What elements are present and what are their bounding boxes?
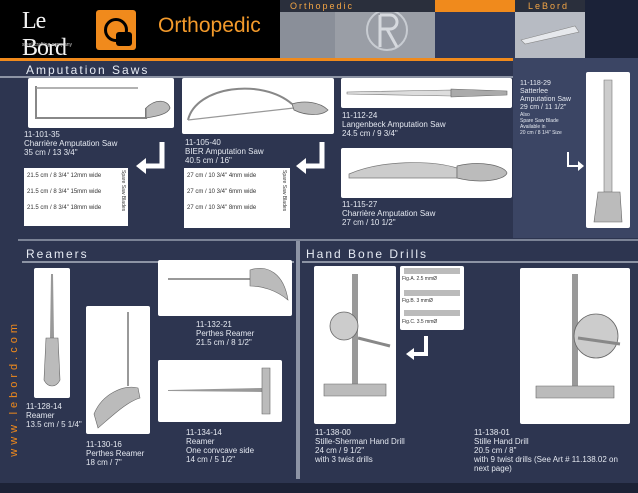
- twist-drill-figures: Fig.A. 2.5 mmØ Fig.B. 3 mmØ Fig.C. 3.5 m…: [400, 266, 464, 330]
- product-image-11-118-29: [586, 72, 630, 228]
- product-caption-11-132-21: 11-132-21 Perthes Reamer 21.5 cm / 8 1/2": [196, 320, 255, 347]
- product-caption-11-112-24: 11-112-24 Langenbeck Amputation Saw 24.5 c…: [342, 111, 446, 138]
- website-url: www.lebord.com: [8, 320, 20, 457]
- spare-blades-table-1: 21.5 cm / 8 3/4" 12mm wide 21.5 cm / 8 3…: [24, 168, 128, 226]
- brand-icon: [96, 10, 136, 50]
- tab-lebord: LeBord: [528, 1, 570, 11]
- section-title-reamers: Reamers: [26, 247, 89, 261]
- product-caption-11-138-00: 11-138-00 Stille-Sherman Hand Drill 24 cm …: [315, 428, 405, 464]
- blade-row: 27 cm / 10 3/4" 4mm wide: [187, 173, 257, 179]
- product-image-11-112-24: [341, 78, 512, 108]
- product-caption-11-134-14: 11-134-14 Reamer One convcave side 14 cm / …: [186, 428, 255, 464]
- tab-orthopedic: Orthopedic: [290, 1, 355, 11]
- product-caption-11-115-27: 11-115-27 Charrière Amputation Saw 27 cm /…: [342, 200, 436, 227]
- drill-fig-c: Fig.C. 3.5 mmØ: [402, 319, 438, 325]
- product-caption-11-128-14: 11-128-14 Reamer 13.5 cm / 5 1/4": [26, 402, 82, 429]
- drill-fig-b: Fig.B. 3 mmØ: [402, 298, 433, 304]
- section-title-amputation: Amputation Saws: [26, 63, 150, 77]
- blade-row: 21.5 cm / 8 3/4" 18mm wide: [27, 205, 102, 211]
- footer-bar: [0, 483, 638, 493]
- page-title: Orthopedic: [158, 14, 261, 37]
- product-image-11-105-40: [182, 78, 334, 134]
- logo-subtitle: steel crafting company: [22, 42, 73, 48]
- blade-row: 27 cm / 10 3/4" 6mm wide: [187, 189, 257, 195]
- product-image-11-101-35: [28, 78, 174, 128]
- header-strip-dark: [585, 0, 638, 58]
- column-divider: [296, 241, 300, 479]
- arrow-down-left-icon: [136, 142, 165, 174]
- tab-bar-accent: [435, 0, 515, 12]
- section-rule: [18, 239, 638, 241]
- company-logo: Le Bord steel crafting company: [22, 8, 84, 61]
- product-caption-11-118-29: 11-118-29 Satterlee Amputation Saw 29 cm / …: [520, 80, 571, 136]
- product-image-11-138-01: [520, 268, 630, 424]
- blade-row: 27 cm / 10 3/4" 8mm wide: [187, 205, 257, 211]
- arrow-down-left-icon: [296, 142, 325, 174]
- product-caption-11-105-40: 11-105-40 BIER Amputation Saw 40.5 cm / 16…: [185, 138, 264, 165]
- spare-blades-table-2: 27 cm / 10 3/4" 4mm wide 27 cm / 10 3/4"…: [184, 168, 290, 228]
- spare-blades-label: Spare Saw Blades: [281, 170, 287, 212]
- product-image-11-138-00: [314, 266, 396, 424]
- product-image-11-132-21: [158, 260, 292, 316]
- arrow-down-left-icon: [406, 336, 428, 360]
- arrow-right-icon: [567, 152, 584, 171]
- drill-fig-a: Fig.A. 2.5 mmØ: [402, 276, 438, 282]
- product-caption-11-130-16: 11-130-16 Perthes Reamer 18 cm / 7": [86, 440, 145, 467]
- product-image-11-128-14: [34, 268, 70, 398]
- spare-blades-label: Spare Saw Blades: [120, 170, 126, 212]
- product-image-11-134-14: [158, 360, 282, 422]
- product-image-11-115-27: [341, 148, 512, 198]
- product-caption-11-138-01: 11-138-01 Stille Hand Drill 20.5 cm / 8" wi…: [474, 428, 618, 473]
- product-caption-11-101-35: 11-101-35 Charrière Amputation Saw 35 cm /…: [24, 130, 118, 157]
- blade-row: 21.5 cm / 8 3/4" 15mm wide: [27, 189, 102, 195]
- product-image-11-130-16: [86, 306, 150, 434]
- blade-row: 21.5 cm / 8 3/4" 12mm wide: [27, 173, 102, 179]
- section-title-hand-drills: Hand Bone Drills: [306, 247, 429, 261]
- section-rule: [302, 261, 638, 263]
- logo-name: Le Bord: [22, 8, 67, 61]
